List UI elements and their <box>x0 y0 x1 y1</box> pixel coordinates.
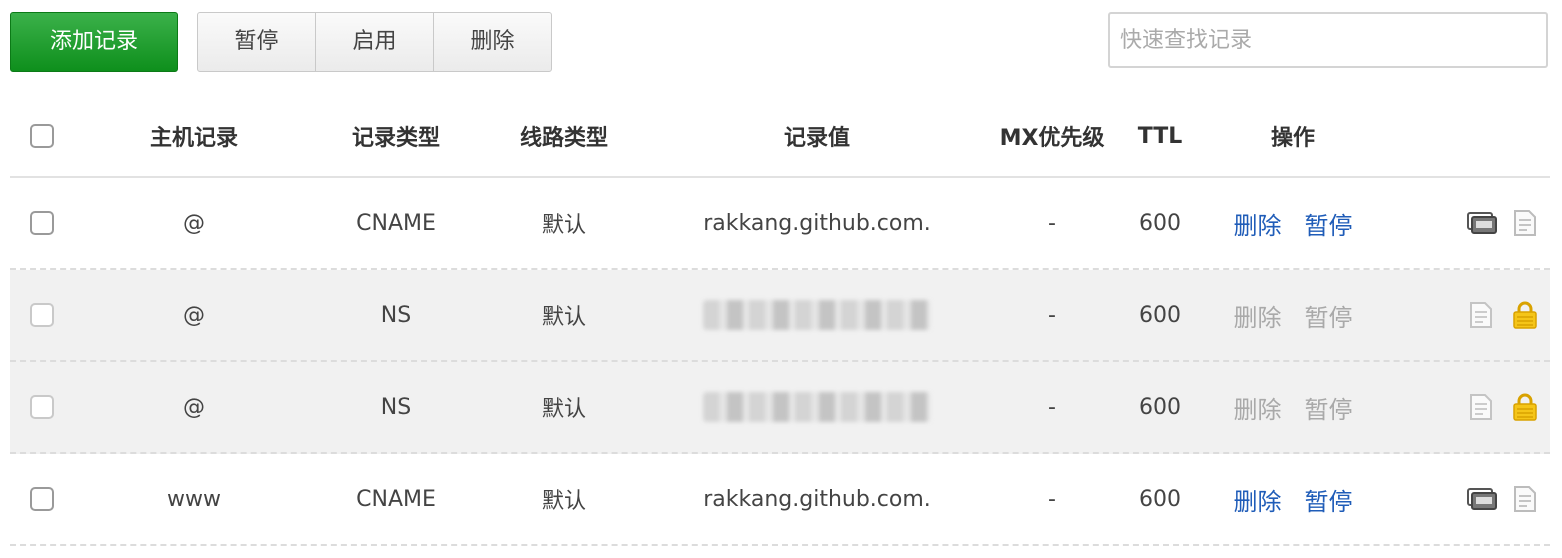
record-action-group: 暂停 启用 删除 <box>197 12 552 72</box>
note-icon[interactable] <box>1466 300 1496 330</box>
row-checkbox[interactable] <box>30 395 54 419</box>
line-cell: 默认 <box>541 213 586 238</box>
header-host: 主机记录 <box>149 126 238 151</box>
line-cell: 默认 <box>541 305 586 330</box>
note-icon[interactable] <box>1510 208 1540 238</box>
ops-cell: 删除 暂停 <box>1200 482 1386 517</box>
search-input[interactable] <box>1108 12 1548 68</box>
host-cell: @ <box>183 394 205 420</box>
pause-button[interactable]: 暂停 <box>198 13 316 71</box>
remark-icon[interactable] <box>1466 484 1497 514</box>
ops-cell: 删除 暂停 <box>1200 298 1386 333</box>
value-cell-redacted <box>650 300 984 330</box>
row-checkbox[interactable] <box>30 211 54 235</box>
enable-button[interactable]: 启用 <box>316 13 434 71</box>
table-row: @ NS 默认 - 600 删除 暂停 <box>10 270 1550 362</box>
ttl-cell: 600 <box>1139 394 1181 420</box>
header-ttl: TTL <box>1137 123 1183 149</box>
ttl-cell: 600 <box>1139 486 1181 512</box>
table-row: @ CNAME 默认 rakkang.github.com. - 600 删除 … <box>10 178 1550 270</box>
row-pause-link[interactable]: 暂停 <box>1305 488 1353 516</box>
mx-cell: - <box>1048 210 1056 236</box>
row-pause-link[interactable]: 暂停 <box>1305 212 1353 240</box>
host-cell: @ <box>183 210 205 236</box>
row-delete-link: 删除 <box>1233 303 1282 332</box>
table-row: @ NS 默认 - 600 删除 暂停 <box>10 362 1550 454</box>
type-cell: NS <box>380 394 412 420</box>
select-all-cell <box>10 124 74 148</box>
header-ops: 操作 <box>1270 126 1315 151</box>
ops-cell: 删除 暂停 <box>1200 390 1386 425</box>
type-cell: CNAME <box>356 486 436 512</box>
row-checkbox[interactable] <box>30 487 54 511</box>
mx-cell: - <box>1048 394 1056 420</box>
type-cell: CNAME <box>356 210 436 236</box>
value-cell: rakkang.github.com. <box>703 210 931 236</box>
value-cell: rakkang.github.com. <box>703 486 931 512</box>
mx-cell: - <box>1048 486 1056 512</box>
row-delete-link: 删除 <box>1233 395 1282 424</box>
row-checkbox[interactable] <box>30 303 54 327</box>
row-pause-link: 暂停 <box>1304 395 1353 424</box>
ttl-cell: 600 <box>1139 210 1181 236</box>
remark-icon[interactable] <box>1466 208 1497 238</box>
row-delete-link[interactable]: 删除 <box>1234 212 1282 240</box>
ops-cell: 删除 暂停 <box>1200 206 1386 241</box>
header-value: 记录值 <box>783 126 850 151</box>
host-cell: @ <box>183 302 205 328</box>
table-row: www CNAME 默认 rakkang.github.com. - 600 删… <box>10 454 1550 546</box>
line-cell: 默认 <box>541 489 586 514</box>
add-record-button[interactable]: 添加记录 <box>10 12 178 72</box>
delete-button[interactable]: 删除 <box>434 13 551 71</box>
lock-icon <box>1510 392 1540 422</box>
mx-cell: - <box>1048 302 1056 328</box>
redacted-value <box>703 300 931 330</box>
table-header: 主机记录 记录类型 线路类型 记录值 MX优先级 TTL 操作 <box>10 96 1550 178</box>
redacted-value <box>703 392 931 422</box>
header-mx: MX优先级 <box>999 126 1105 151</box>
note-icon[interactable] <box>1510 484 1540 514</box>
lock-icon <box>1510 300 1540 330</box>
dns-record-table: 主机记录 记录类型 线路类型 记录值 MX优先级 TTL 操作 @ CNAME … <box>10 96 1550 546</box>
row-pause-link: 暂停 <box>1304 303 1353 332</box>
header-type: 记录类型 <box>351 126 440 151</box>
type-cell: NS <box>380 302 412 328</box>
value-cell-redacted <box>650 392 984 422</box>
note-icon[interactable] <box>1466 392 1496 422</box>
line-cell: 默认 <box>541 397 586 422</box>
select-all-checkbox[interactable] <box>30 124 54 148</box>
host-cell: www <box>167 486 221 512</box>
row-delete-link[interactable]: 删除 <box>1234 488 1282 516</box>
header-line: 线路类型 <box>519 126 608 151</box>
ttl-cell: 600 <box>1139 302 1181 328</box>
